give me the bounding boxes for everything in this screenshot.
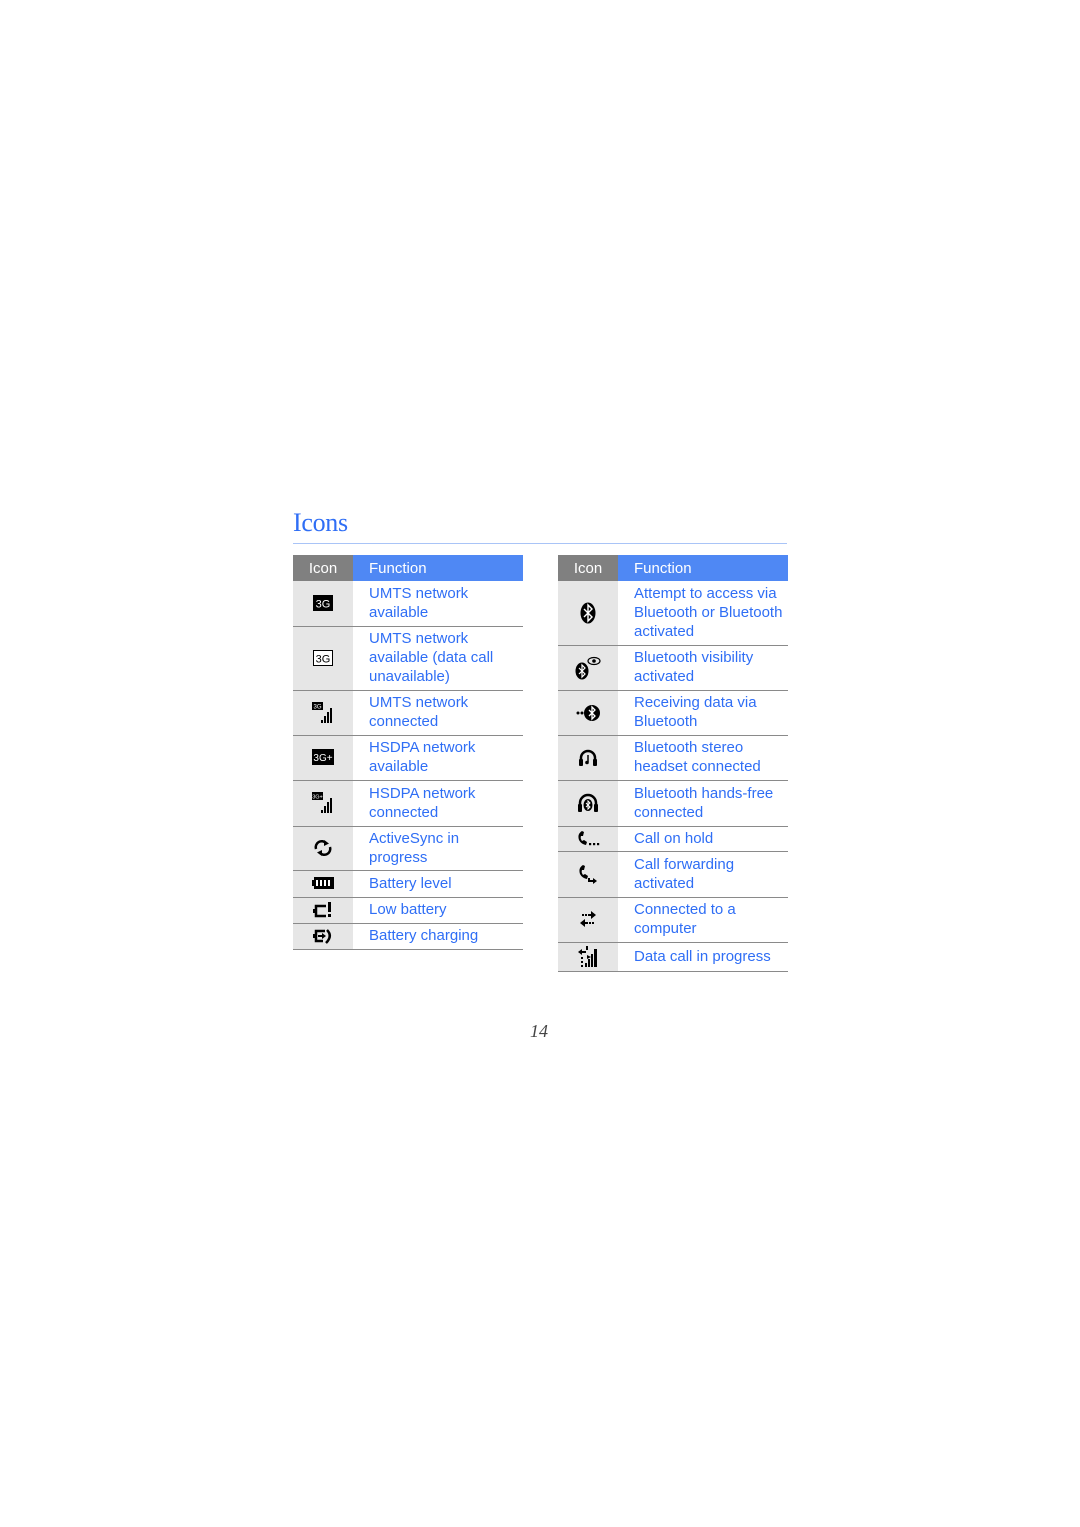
call-on-hold-icon xyxy=(578,831,600,846)
table-row: Low battery xyxy=(293,897,523,924)
table-row: Bluetooth hands-free connected xyxy=(558,780,788,827)
table-row: 3G UMTS network available xyxy=(293,581,523,627)
table-row: Battery charging xyxy=(293,923,523,950)
function-label: ActiveSync in progress xyxy=(353,826,523,871)
function-label: Call on hold xyxy=(618,826,788,852)
function-label: Attempt to access via Bluetooth or Bluet… xyxy=(618,581,788,646)
header-icon: Icon xyxy=(293,555,353,581)
table-header-row: Icon Function xyxy=(558,555,788,581)
function-label: Call forwarding activated xyxy=(618,851,788,898)
function-label: UMTS network available xyxy=(353,581,523,627)
table-row: Call on hold xyxy=(558,826,788,852)
table-row: Attempt to access via Bluetooth or Bluet… xyxy=(558,581,788,646)
header-icon: Icon xyxy=(558,555,618,581)
table-row: Call forwarding activated xyxy=(558,851,788,898)
table-header-row: Icon Function xyxy=(293,555,523,581)
function-label: Receiving data via Bluetooth xyxy=(618,690,788,736)
icons-table-right: Icon Function Attempt to access via Blue… xyxy=(558,555,788,972)
table-row: Bluetooth visibility activated xyxy=(558,645,788,691)
hsdpa-3g-plus-icon: 3G+ xyxy=(312,749,334,766)
battery-charging-icon xyxy=(313,928,331,944)
header-function: Function xyxy=(618,555,788,581)
table-row: Bluetooth stereo headset connected xyxy=(558,735,788,781)
function-label: UMTS network available (data call unavai… xyxy=(353,626,523,691)
low-battery-icon xyxy=(313,901,331,918)
header-function: Function xyxy=(353,555,523,581)
page-number: 14 xyxy=(530,1021,548,1041)
pc-connection-icon xyxy=(580,911,596,928)
function-label: HSDPA network connected xyxy=(353,780,523,827)
table-row: 3G UMTS network connected xyxy=(293,690,523,736)
svg-text:3G: 3G xyxy=(316,599,331,611)
bluetooth-receiving-icon xyxy=(576,704,600,721)
table-row: 3G UMTS network available (data call una… xyxy=(293,626,523,691)
table-row: Connected to a computer xyxy=(558,897,788,943)
umts-3g-outline-icon: 3G xyxy=(313,649,333,666)
function-label: UMTS network connected xyxy=(353,690,523,736)
function-label: Connected to a computer xyxy=(618,897,788,943)
battery-level-icon xyxy=(312,877,334,890)
table-row: 3G+ HSDPA network connected xyxy=(293,780,523,827)
bluetooth-visibility-icon xyxy=(575,656,601,679)
function-label: HSDPA network available xyxy=(353,735,523,781)
activesync-icon xyxy=(314,839,332,856)
title-divider xyxy=(293,543,787,544)
svg-text:3G+: 3G+ xyxy=(313,753,332,764)
table-row: Receiving data via Bluetooth xyxy=(558,690,788,736)
bluetooth-handsfree-icon xyxy=(578,793,598,812)
svg-text:3G+: 3G+ xyxy=(312,795,323,801)
page-title: Icons xyxy=(293,508,348,537)
table-row: Battery level xyxy=(293,870,523,898)
function-label: Battery charging xyxy=(353,923,523,950)
function-label: Data call in progress xyxy=(618,942,788,972)
bluetooth-icon xyxy=(580,602,596,624)
function-label: Battery level xyxy=(353,870,523,898)
umts-3g-filled-icon: 3G xyxy=(313,595,333,612)
umts-connected-signal-icon: 3G xyxy=(312,701,332,723)
svg-text:3G: 3G xyxy=(316,653,331,665)
bluetooth-stereo-headset-icon xyxy=(579,749,597,766)
hsdpa-connected-signal-icon: 3G+ xyxy=(312,792,332,813)
function-label: Bluetooth stereo headset connected xyxy=(618,735,788,781)
table-row: ActiveSync in progress xyxy=(293,826,523,871)
call-forwarding-icon xyxy=(579,865,597,884)
table-row: Data call in progress xyxy=(558,942,788,972)
data-call-icon xyxy=(578,945,597,967)
table-row: 3G+ HSDPA network available xyxy=(293,735,523,781)
function-label: Low battery xyxy=(353,897,523,924)
function-label: Bluetooth visibility activated xyxy=(618,645,788,691)
svg-text:3G: 3G xyxy=(313,704,321,710)
icons-table-left: Icon Function 3G UMTS network available … xyxy=(293,555,523,950)
function-label: Bluetooth hands-free connected xyxy=(618,780,788,827)
